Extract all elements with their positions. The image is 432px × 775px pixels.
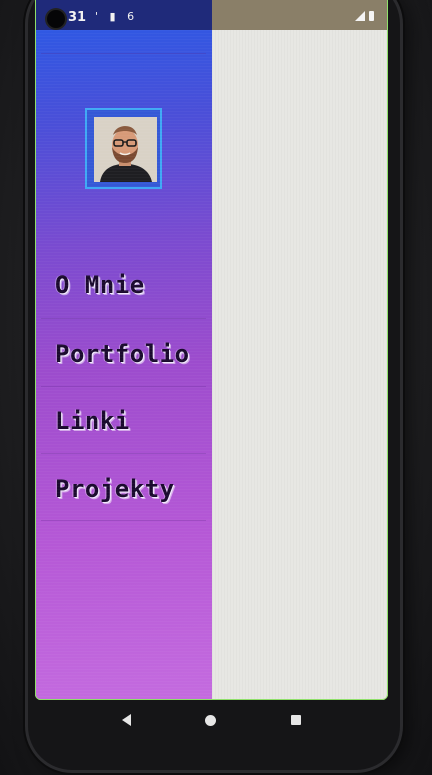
notification-icons: ' ▮ 6 xyxy=(95,10,139,23)
system-navigation-bar xyxy=(35,700,388,740)
drawer-divider xyxy=(41,318,206,319)
drawer-menu: O Mnie Portfolio Linki Projekty xyxy=(35,30,212,700)
menu-item-o-mnie[interactable]: O Mnie xyxy=(55,265,205,305)
home-icon[interactable] xyxy=(205,714,217,726)
drawer-divider xyxy=(41,453,206,454)
back-icon[interactable] xyxy=(122,714,132,726)
system-status-icons xyxy=(355,11,374,21)
menu-item-linki[interactable]: Linki xyxy=(55,401,205,441)
menu-item-label: Projekty xyxy=(55,475,175,503)
menu-item-label: Portfolio xyxy=(55,340,190,368)
menu-item-label: O Mnie xyxy=(55,271,145,299)
phone-frame: 31 ' ▮ 6 O Mnie Portfolio Linki Projekty xyxy=(28,0,400,770)
drawer-divider xyxy=(41,520,206,521)
navigation-drawer: O Mnie Portfolio Linki Projekty xyxy=(35,30,212,700)
menu-item-projekty[interactable]: Projekty xyxy=(55,469,205,509)
app-screen: 31 ' ▮ 6 O Mnie Portfolio Linki Projekty xyxy=(35,0,388,700)
photo-background: 31 ' ▮ 6 O Mnie Portfolio Linki Projekty xyxy=(0,0,432,775)
menu-item-label: Linki xyxy=(55,407,130,435)
status-time: 31 xyxy=(68,10,87,25)
battery-icon xyxy=(369,11,374,21)
recents-icon[interactable] xyxy=(290,715,301,725)
status-bar: 31 ' ▮ 6 xyxy=(35,0,388,30)
main-content-scrim[interactable] xyxy=(212,30,388,700)
front-camera xyxy=(47,10,65,28)
signal-icon xyxy=(355,11,365,21)
menu-item-portfolio[interactable]: Portfolio xyxy=(55,334,205,374)
drawer-divider xyxy=(41,386,206,387)
